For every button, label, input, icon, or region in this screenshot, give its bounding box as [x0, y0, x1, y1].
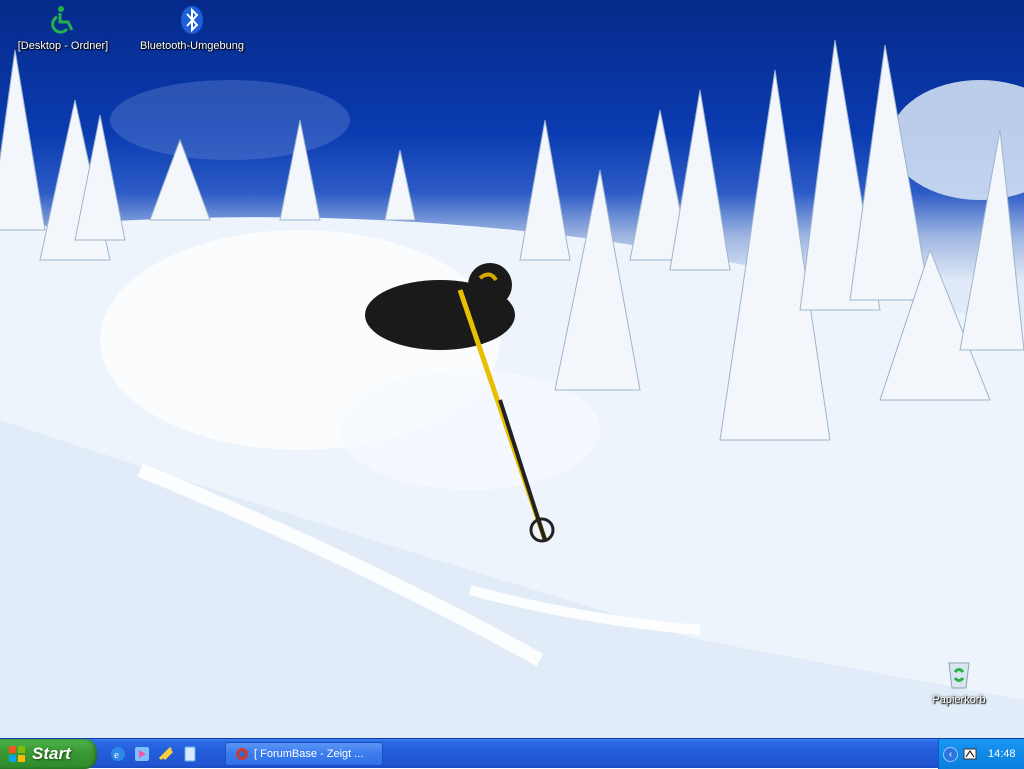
browser-icon	[236, 747, 248, 760]
show-desktop-icon[interactable]	[181, 745, 199, 763]
wallpaper-ski-scene	[0, 39, 1024, 738]
desktop: [Desktop - Ordner] Bluetooth-Umgebung Pa…	[0, 0, 1024, 738]
taskbar: Start e [ ForumBase - Zeigt ... ‹ 14:48	[0, 738, 1024, 769]
quick-launch-bar: e	[109, 739, 207, 769]
expand-tray-icon[interactable]: ‹	[943, 746, 958, 762]
start-button[interactable]: Start	[0, 738, 97, 769]
clock[interactable]: 14:48	[988, 748, 1016, 760]
taskbar-window-label: [ ForumBase - Zeigt ...	[254, 747, 364, 760]
recycle-bin-icon	[943, 658, 975, 690]
internet-explorer-icon[interactable]: e	[109, 745, 127, 763]
start-label: Start	[32, 743, 71, 763]
svg-text:e: e	[114, 749, 119, 761]
taskbar-window-button[interactable]: [ ForumBase - Zeigt ...	[225, 741, 383, 766]
bluetooth-icon	[176, 4, 208, 36]
launch-icon[interactable]	[157, 745, 175, 763]
recycle-bin[interactable]: Papierkorb	[904, 658, 1014, 706]
media-player-icon[interactable]	[133, 745, 151, 763]
bluetooth-neighborhood-icon[interactable]: Bluetooth-Umgebung	[137, 4, 247, 52]
desktop-folder-icon[interactable]: [Desktop - Ordner]	[8, 4, 118, 52]
network-icon[interactable]	[962, 746, 978, 762]
system-tray: ‹ 14:48	[938, 739, 1024, 769]
accessibility-icon	[47, 4, 79, 36]
bluetooth-label: Bluetooth-Umgebung	[140, 40, 244, 52]
desktop-folder-label: [Desktop - Ordner]	[17, 40, 109, 52]
windows-flag-icon	[9, 745, 25, 762]
recycle-bin-label: Papierkorb	[932, 694, 986, 706]
